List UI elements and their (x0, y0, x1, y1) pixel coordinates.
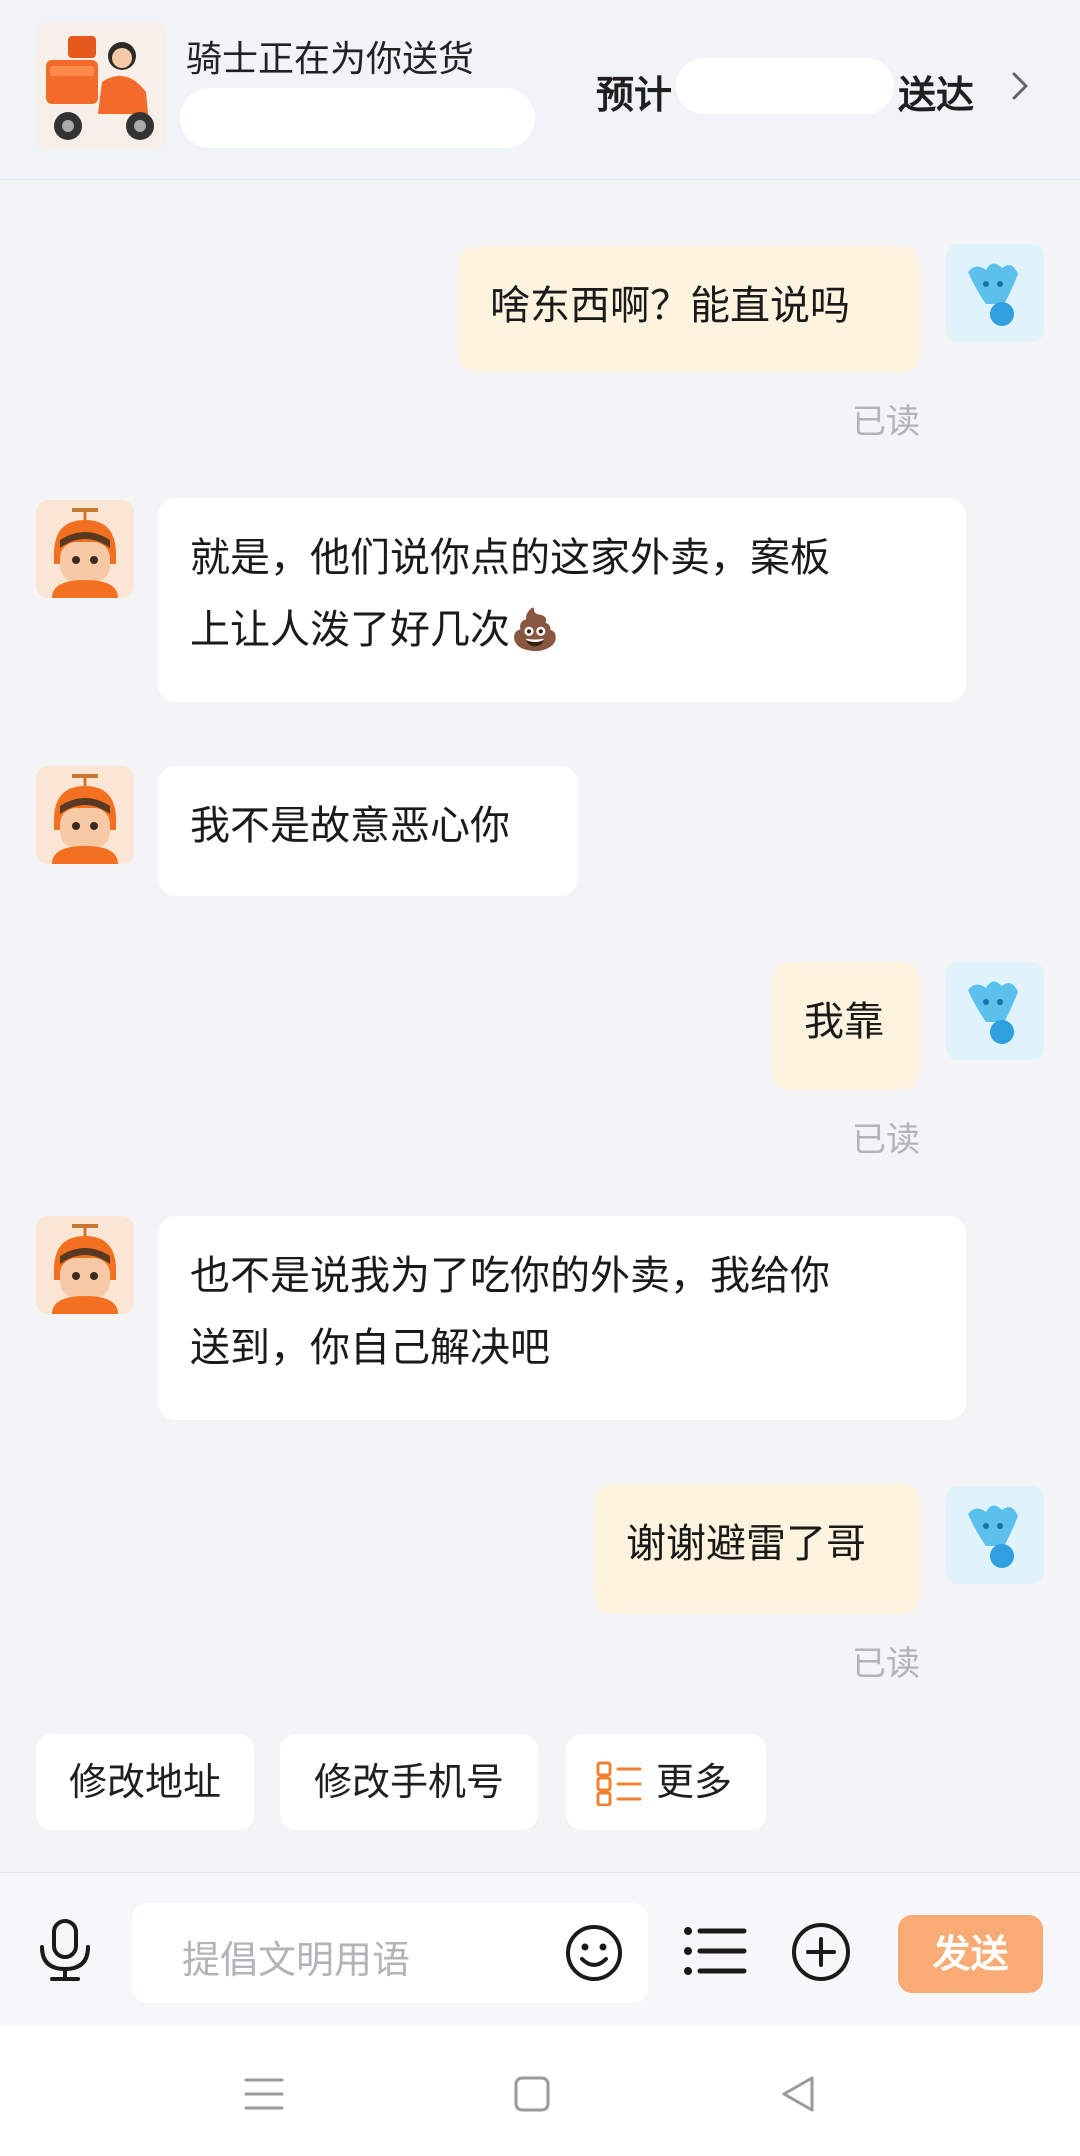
chat-message-user[interactable]: 我靠 (772, 962, 920, 1090)
chat-message-rider[interactable]: 我不是故意恶心你 (158, 766, 578, 896)
eta-prefix: 预计 (596, 73, 673, 117)
chat-message-user[interactable]: 啥东西啊？能直说吗 (458, 246, 920, 372)
shuttlecock-icon (968, 1505, 1018, 1568)
read-receipt: 已读 (852, 1644, 920, 1684)
chat-message-rider[interactable]: 就是，他们说你点的这家外卖，案板 上让人泼了好几次💩 (158, 498, 966, 702)
recent-apps-icon[interactable] (244, 2076, 284, 2112)
user-avatar[interactable] (946, 244, 1044, 342)
read-receipt: 已读 (852, 1120, 920, 1160)
rider-avatar-icon (52, 508, 118, 598)
edit-phone-button[interactable]: 修改手机号 (280, 1734, 538, 1830)
rider-status-text: 骑士正在为你送货 (186, 39, 475, 80)
rider-avatar[interactable] (36, 1216, 134, 1314)
edit-address-button[interactable]: 修改地址 (36, 1734, 254, 1830)
redacted-region (180, 88, 535, 148)
quick-phrase-list-icon[interactable] (682, 1923, 748, 1979)
shuttlecock-icon (968, 263, 1018, 326)
rider-avatar-icon (52, 774, 118, 864)
read-receipt: 已读 (852, 402, 920, 442)
user-avatar[interactable] (946, 962, 1044, 1060)
redacted-region (676, 58, 894, 114)
emoji-icon[interactable] (564, 1923, 624, 1983)
chat-message-rider[interactable]: 也不是说我为了吃你的外卖，我给你 送到，你自己解决吧 (158, 1216, 966, 1420)
message-input[interactable]: 提倡文明用语 (132, 1903, 648, 2003)
more-button[interactable]: 更多 (566, 1734, 766, 1830)
chat-message-user[interactable]: 谢谢避雷了哥 (594, 1484, 920, 1614)
rider-avatar-icon (52, 1224, 118, 1314)
plus-icon[interactable] (790, 1921, 852, 1983)
send-button[interactable]: 发送 (898, 1915, 1043, 1993)
rider-avatar[interactable] (36, 500, 134, 598)
menu-grid-icon (596, 1761, 642, 1806)
microphone-icon[interactable] (34, 1917, 96, 1983)
back-icon[interactable] (778, 2074, 818, 2114)
rider-avatar[interactable] (36, 766, 134, 864)
system-navigation-bar (0, 2026, 1080, 2156)
chat-screen: 骑士正在为你送货 预计 送达 啥东西啊？能直说吗 已读 就是，他们说你点的这家外… (0, 0, 1080, 2156)
chevron-right-icon[interactable] (1000, 66, 1040, 106)
delivery-status-header[interactable]: 骑士正在为你送货 预计 送达 (0, 0, 1080, 180)
home-icon[interactable] (512, 2074, 552, 2114)
shuttlecock-icon (968, 981, 1018, 1044)
more-label: 更多 (656, 1760, 733, 1804)
input-placeholder: 提倡文明用语 (182, 1938, 411, 1982)
user-avatar[interactable] (946, 1486, 1044, 1584)
delivery-scooter-icon (36, 22, 166, 150)
chat-input-bar: 提倡文明用语 发送 (0, 1872, 1080, 2026)
eta-suffix: 送达 (898, 73, 975, 117)
